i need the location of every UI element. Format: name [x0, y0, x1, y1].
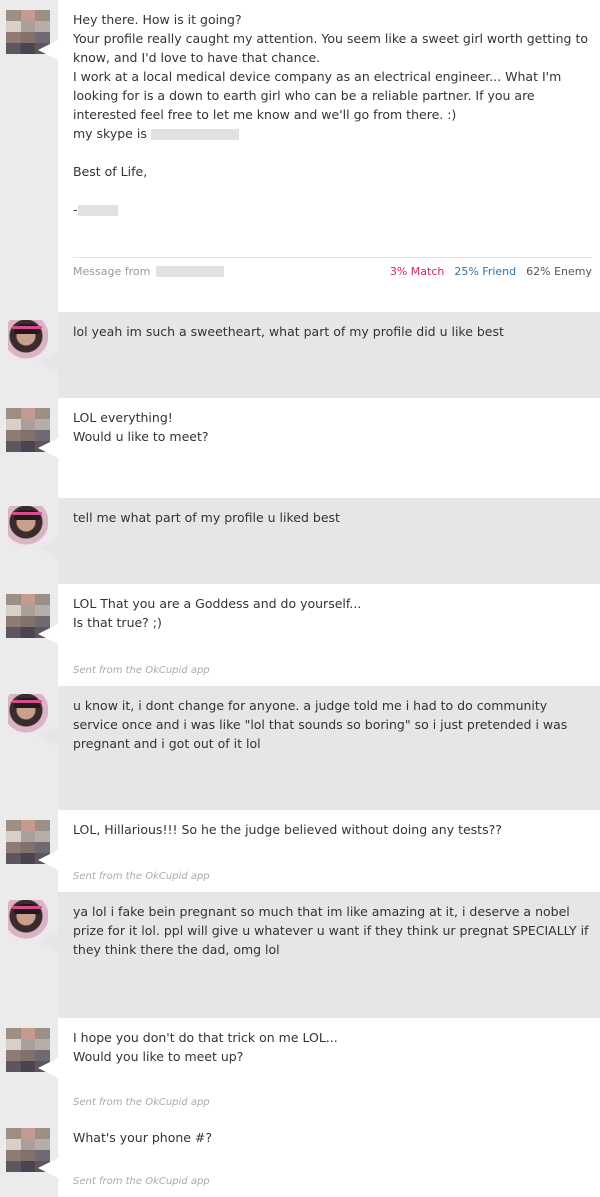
message-text: u know it, i dont change for anyone. a j… [73, 698, 572, 751]
message-text: LOL That you are a Goddess and do yourse… [73, 596, 362, 630]
enemy-percentage: 62% Enemy [526, 265, 592, 278]
message-bubble: lol yeah im such a sweetheart, what part… [58, 312, 600, 398]
bubble-pointer [38, 850, 58, 870]
bubble-pointer [38, 438, 58, 458]
message-text: Hey there. How is it going? Your profile… [73, 12, 592, 217]
message-bubble: LOL everything! Would u like to meet? [58, 398, 600, 498]
message-5: LOL That you are a Goddess and do yourse… [0, 584, 600, 686]
sent-from-app-label: Sent from the OkCupid app [73, 1097, 210, 1108]
message-text: tell me what part of my profile u liked … [73, 510, 340, 525]
message-text: LOL everything! Would u like to meet? [73, 410, 209, 444]
message-bubble: What's your phone #? Sent from the OkCup… [58, 1118, 600, 1197]
message-4: tell me what part of my profile u liked … [0, 498, 600, 584]
message-bubble: tell me what part of my profile u liked … [58, 498, 600, 584]
redacted-name [77, 205, 118, 216]
bubble-pointer [38, 40, 58, 60]
message-6: u know it, i dont change for anyone. a j… [0, 686, 600, 810]
message-text: lol yeah im such a sweetheart, what part… [73, 324, 504, 339]
redacted-username[interactable] [156, 266, 225, 277]
message-from-label: Message from [73, 265, 151, 278]
bubble-pointer [38, 1058, 58, 1078]
bubble-pointer [38, 624, 58, 644]
sent-from-app-label: Sent from the OkCupid app [73, 871, 210, 882]
friend-percentage: 25% Friend [454, 265, 517, 278]
bubble-pointer [38, 538, 58, 558]
message-bubble: LOL That you are a Goddess and do yourse… [58, 584, 600, 686]
message-bubble: I hope you don't do that trick on me LOL… [58, 1018, 600, 1118]
message-text: I hope you don't do that trick on me LOL… [73, 1030, 338, 1064]
message-bubble: Hey there. How is it going? Your profile… [58, 0, 600, 312]
message-bubble: LOL, Hillarious!!! So he the judge belie… [58, 810, 600, 892]
message-footer: Message from 3% Match 25% Friend 62% Ene… [73, 257, 592, 278]
message-1: Hey there. How is it going? Your profile… [0, 0, 600, 312]
message-text: LOL, Hillarious!!! So he the judge belie… [73, 822, 502, 837]
message-bubble: ya lol i fake bein pregnant so much that… [58, 892, 600, 1018]
message-2: lol yeah im such a sweetheart, what part… [0, 312, 600, 398]
sent-from-app-label: Sent from the OkCupid app [73, 1176, 210, 1187]
message-text: What's your phone #? [73, 1130, 213, 1145]
bubble-pointer [38, 1158, 58, 1178]
message-text: ya lol i fake bein pregnant so much that… [73, 904, 593, 957]
message-10: What's your phone #? Sent from the OkCup… [0, 1118, 600, 1197]
message-9: I hope you don't do that trick on me LOL… [0, 1018, 600, 1118]
bubble-pointer [38, 932, 58, 952]
sent-from-app-label: Sent from the OkCupid app [73, 665, 210, 676]
message-3: LOL everything! Would u like to meet? [0, 398, 600, 498]
bubble-pointer [38, 352, 58, 372]
match-percentage: 3% Match [389, 265, 445, 278]
message-bubble: u know it, i dont change for anyone. a j… [58, 686, 600, 810]
message-7: LOL, Hillarious!!! So he the judge belie… [0, 810, 600, 892]
message-8: ya lol i fake bein pregnant so much that… [0, 892, 600, 1018]
bubble-pointer [38, 726, 58, 746]
redacted-skype [150, 129, 239, 140]
